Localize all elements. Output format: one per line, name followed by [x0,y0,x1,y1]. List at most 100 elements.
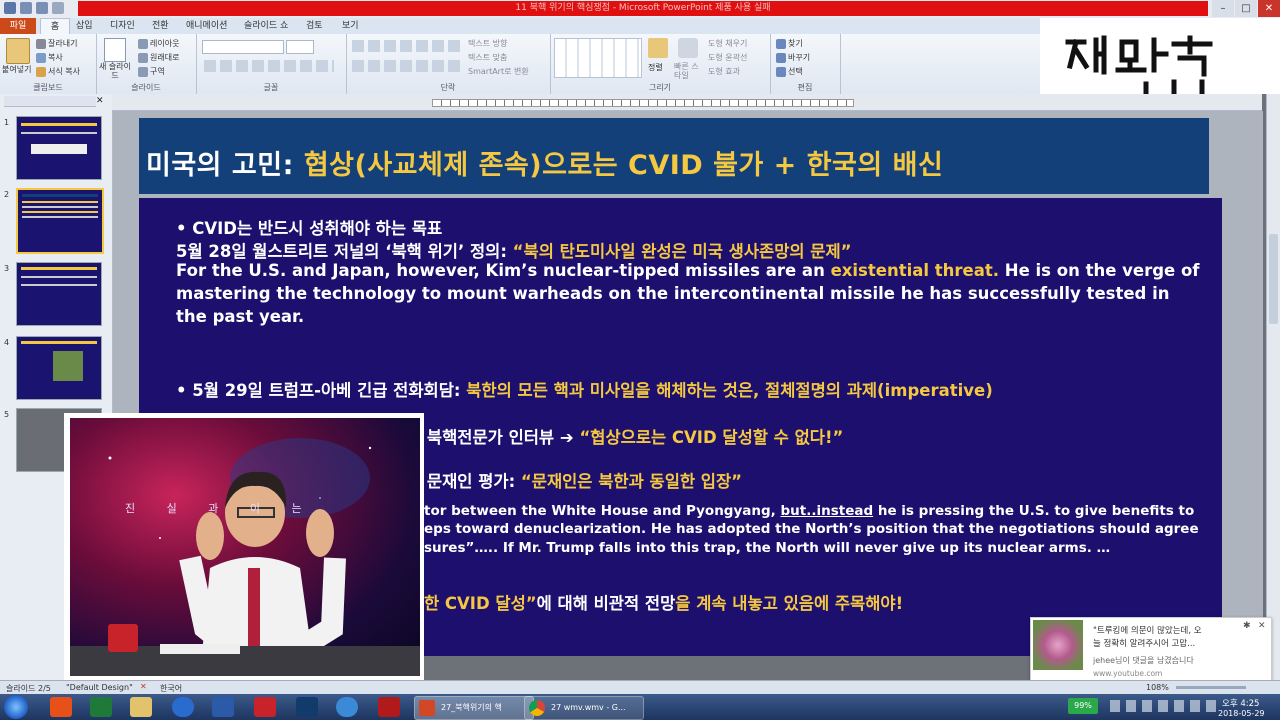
theme-name: "Default Design" [66,683,133,692]
minimize-button[interactable]: – [1212,0,1234,17]
chrome-icon [529,700,545,716]
arrange-icon[interactable] [648,38,668,58]
taskbar-chrome-button[interactable]: 27 wmv.wmv - G... [524,696,644,720]
clipboard-group: 붙여넣기 잘라내기 복사 서식 복사 클립보드 [0,34,97,94]
copy-button[interactable]: 복사 [48,53,63,62]
settings-gear-icon[interactable]: ✱ [1243,621,1251,631]
horizontal-ruler[interactable] [112,94,1262,111]
slide-thumbnail-3[interactable] [16,262,102,326]
notification-close-icon[interactable]: ✕ [1258,621,1266,631]
conclusion-line: 한 CVID 달성”에 대해 비관적 전망을 계속 내놓고 있음에 주목해야! [424,594,904,613]
shape-outline-button[interactable]: 도형 윤곽선 [708,52,747,63]
slide-title[interactable]: 미국의 고민: 협상(사교체제 존속)으로는 CVID 불가 + 한국의 배신 [146,143,943,182]
quick-styles-icon[interactable] [678,38,698,58]
internet-explorer-icon[interactable] [336,697,358,717]
wsj-quote-line-1: For the U.S. and Japan, however, Kim’s n… [176,261,1200,280]
format-painter-button[interactable]: 서식 복사 [48,67,80,76]
notification-source: www.youtube.com [1093,669,1163,678]
shape-effects-button[interactable]: 도형 효과 [708,66,740,77]
wsj-quote-line-2: mastering the technology to mount warhea… [176,284,1170,303]
notification-toast[interactable]: "트루킹에 의문이 많았는데, 오 늘 정확히 알려주시어 고맙... jehe… [1030,617,1272,681]
cut-button[interactable]: 잘라내기 [48,39,77,48]
shapes-gallery[interactable] [554,38,642,78]
section-button[interactable]: 구역 [150,67,165,76]
tab-insert[interactable]: 삽입 [70,18,99,34]
redo-icon[interactable] [36,2,48,14]
webcam-video [70,418,420,676]
battery-indicator[interactable]: 99% [1068,698,1098,714]
zoom-slider[interactable] [1176,686,1246,689]
clock-time[interactable]: 오후 4:25 [1222,697,1259,709]
vertical-scrollbar[interactable] [1266,94,1280,680]
new-slide-button[interactable]: 새 슬라이드 [98,62,132,80]
align-text-button[interactable]: 텍스트 맞춤 [468,52,507,63]
text-direction-button[interactable]: 텍스트 방향 [468,38,507,49]
slide-title-prefix: 미국의 고민: [146,150,304,181]
zoom-level[interactable]: 108% [1146,683,1169,692]
window-title: 11 북핵 위기의 핵심쟁점 - Microsoft PowerPoint 제품… [78,1,1208,16]
font-name-dropdown[interactable] [202,40,284,54]
layout-icon [138,38,148,49]
language-indicator[interactable]: 한국어 [160,683,182,694]
font-format-buttons[interactable] [204,60,334,72]
list-indent-buttons[interactable] [352,40,462,52]
select-button[interactable]: 선택 [788,67,803,76]
paste-button[interactable]: 붙여넣기 [2,64,31,75]
slide-number-4: 4 [4,338,10,347]
paragraph-group: 텍스트 방향 텍스트 맞춤 SmartArt로 변환 단락 [346,34,551,94]
spellcheck-icon[interactable]: ✕ [140,682,147,691]
start-button-icon[interactable] [4,695,28,719]
tab-animations[interactable]: 애니메이션 [180,18,233,34]
pane-close-icon[interactable]: ✕ [96,96,104,106]
arrange-button[interactable]: 정렬 [648,62,663,73]
slide-number-1: 1 [4,118,10,127]
slide-thumbnail-2[interactable] [16,188,104,254]
alignment-buttons[interactable] [352,60,462,72]
new-slide-icon[interactable] [104,38,126,62]
taskbar-powerpoint-button[interactable]: 27_북핵위기의 핵 [414,696,534,720]
word-icon[interactable] [212,697,234,717]
bullet-cvid-goal: • CVID는 반드시 성취해야 하는 목표 [176,219,443,238]
tab-design[interactable]: 디자인 [104,18,141,34]
wsj-definition-line: 5월 28일 월스트리트 저널의 ‘북핵 위기’ 정의: “북의 탄도미사일 완… [176,242,852,261]
slide-thumbnail-4[interactable] [16,336,102,400]
acrobat-icon[interactable] [378,697,400,717]
reset-button[interactable]: 원래대로 [150,53,179,62]
customize-toolbar-icon[interactable] [52,2,64,14]
media-player-icon[interactable] [172,697,194,717]
bullet-trump-abe: • 5월 29일 트럼프-아베 긴급 전화회담: 북한의 모든 핵과 미사일을 … [176,381,993,400]
pane-tabs[interactable] [4,96,96,107]
quote-para-line-1: tor between the White House and Pyongyan… [424,503,1195,519]
tab-transitions[interactable]: 전환 [146,18,175,34]
folder-icon[interactable] [130,697,152,717]
copy-icon [36,52,46,63]
smartwriter-icon[interactable] [254,697,276,717]
close-button[interactable]: ✕ [1258,0,1280,17]
maximize-button[interactable]: □ [1235,0,1257,17]
save-icon[interactable] [4,2,16,14]
replace-button[interactable]: 바꾸기 [788,53,810,62]
quick-styles-button[interactable]: 빠른 스타일 [674,62,704,80]
undo-icon[interactable] [20,2,32,14]
clipboard-group-label: 클립보드 [33,83,63,92]
illustrator-icon[interactable] [50,697,72,717]
photoshop-icon[interactable] [296,697,318,717]
tab-view[interactable]: 보기 [336,18,365,34]
tab-review[interactable]: 검토 [300,18,329,34]
slide-counter: 슬라이드 2/5 [6,684,51,693]
drawing-group-label: 그리기 [648,83,672,92]
tab-file[interactable]: 파일 [0,18,36,34]
shape-fill-button[interactable]: 도형 채우기 [708,38,747,49]
paste-icon[interactable] [6,38,30,64]
clock-date[interactable]: 2018-05-29 [1218,709,1265,718]
layout-button[interactable]: 레이아웃 [150,39,179,48]
find-button[interactable]: 찾기 [788,39,803,48]
font-size-dropdown[interactable] [286,40,314,54]
powerpoint-icon [419,700,435,716]
slide-thumbnail-1[interactable] [16,116,102,180]
drawing-group: 정렬 빠른 스타일 도형 채우기 도형 윤곽선 도형 효과 그리기 [550,34,771,94]
excel-icon[interactable] [90,697,112,717]
tab-slideshow[interactable]: 슬라이드 쇼 [238,18,294,34]
smartart-button[interactable]: SmartArt로 변환 [468,66,529,77]
system-tray-icons[interactable] [1110,700,1220,712]
